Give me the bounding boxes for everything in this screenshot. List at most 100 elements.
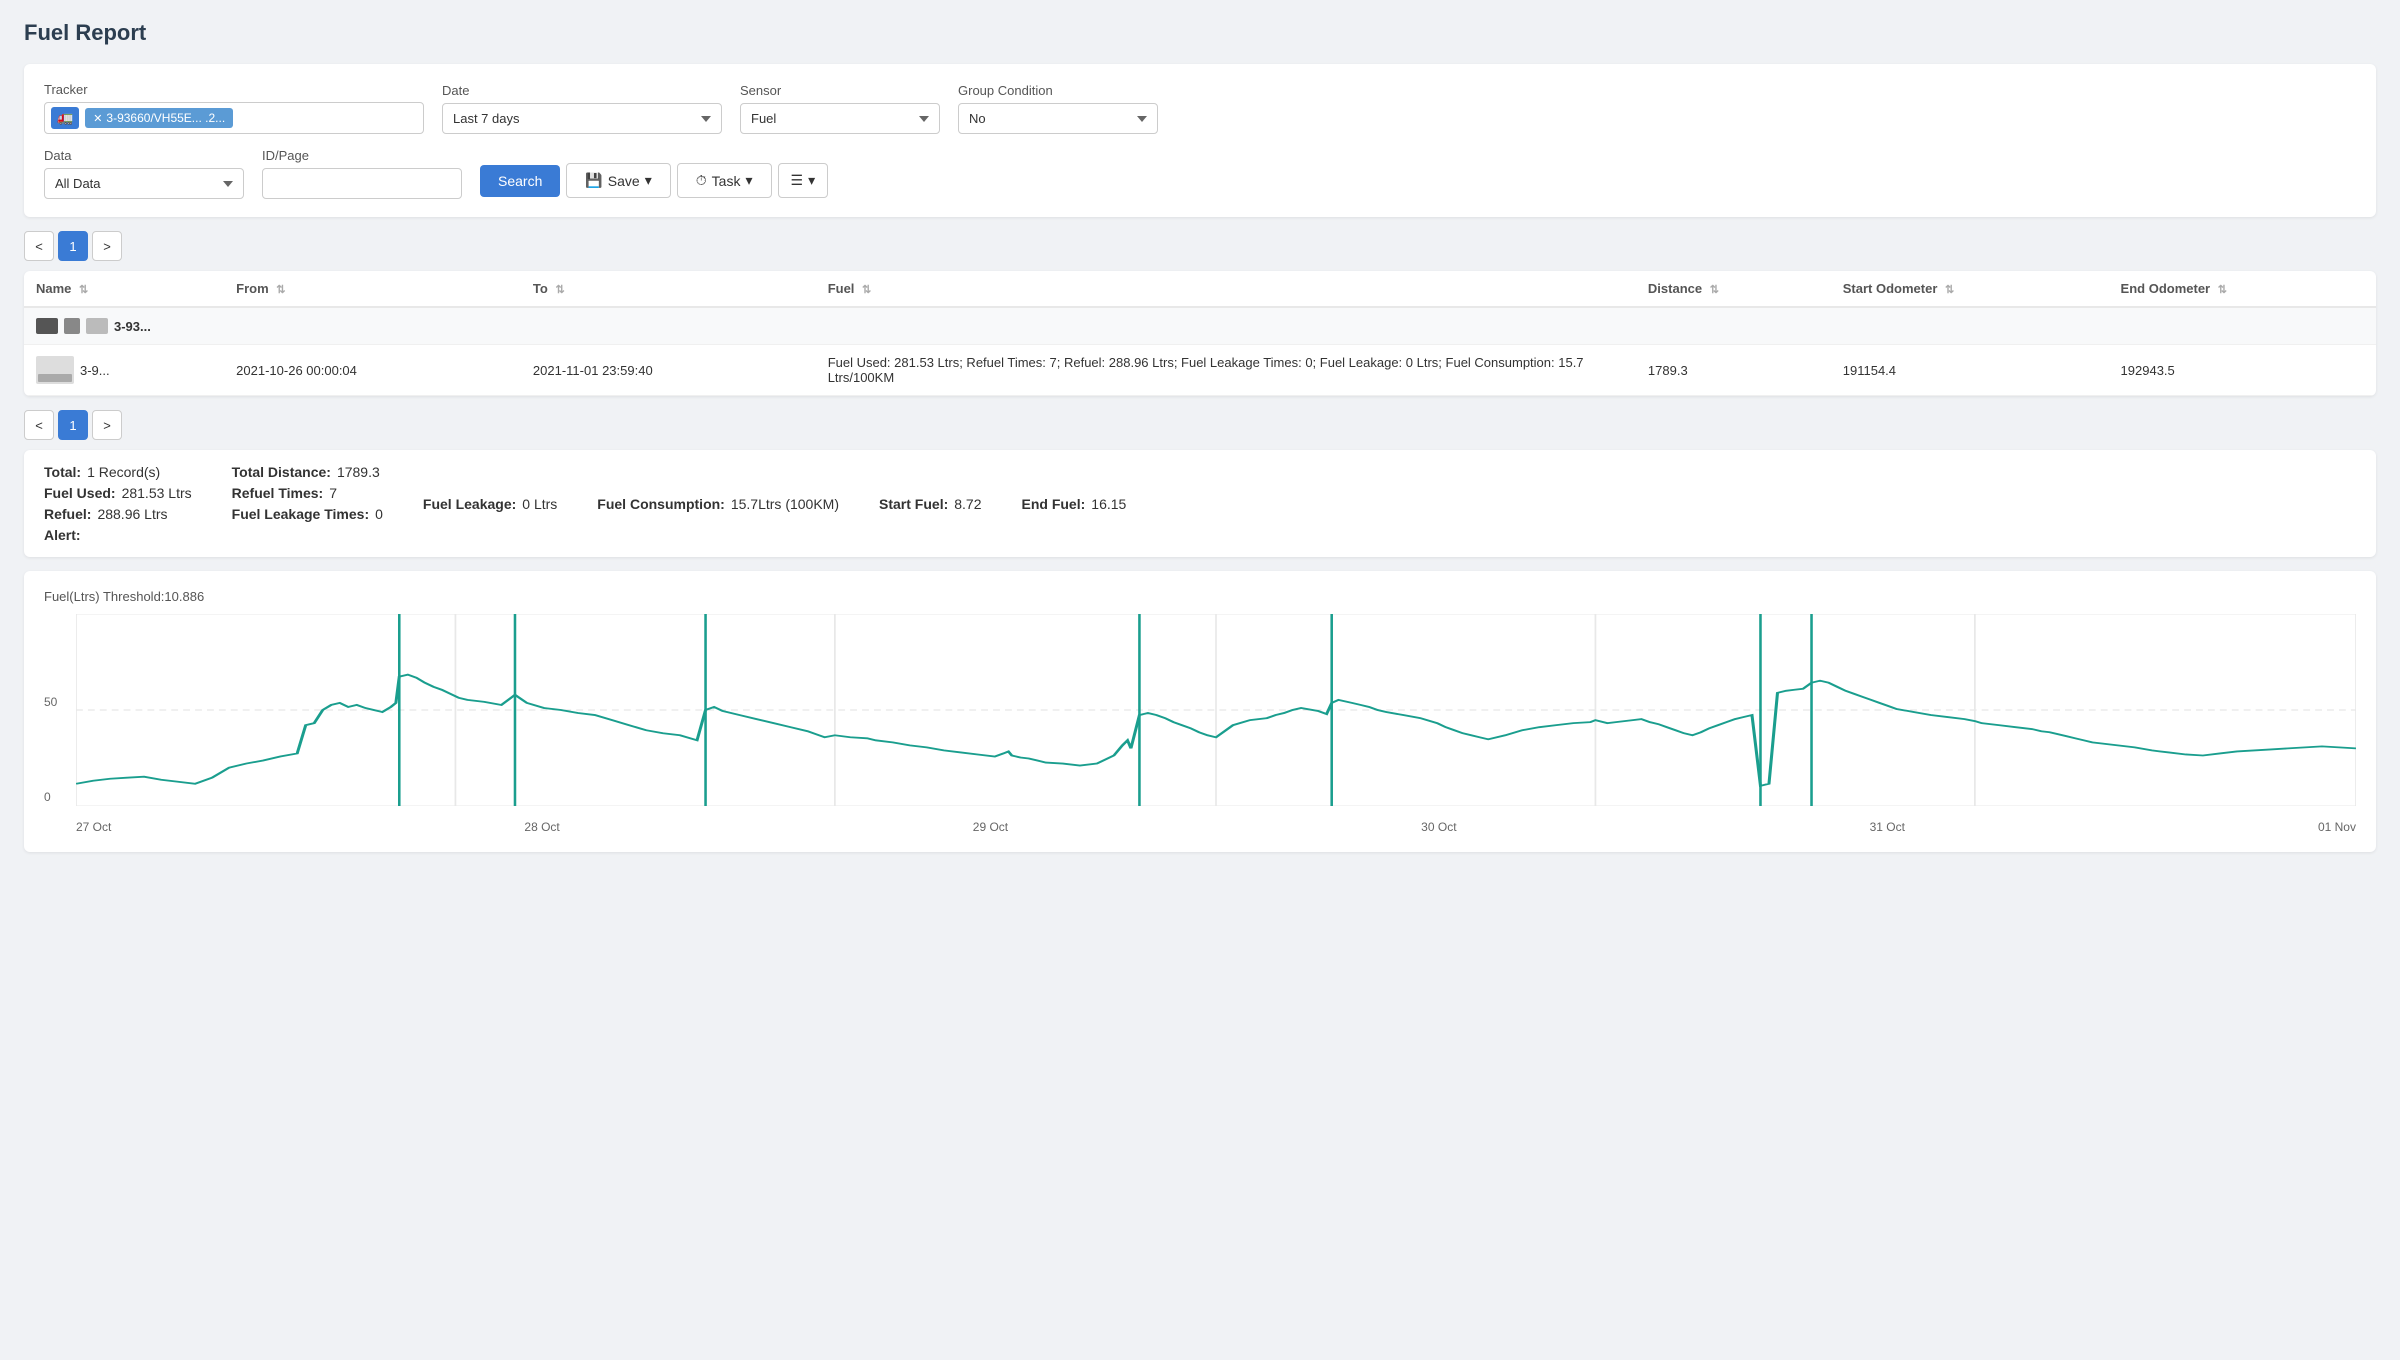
x-label-31oct: 31 Oct xyxy=(1870,820,1905,834)
date-select[interactable]: Last 7 days xyxy=(442,103,722,134)
data-select[interactable]: All Data xyxy=(44,168,244,199)
sensor-select[interactable]: Fuel xyxy=(740,103,940,134)
prev-page-btn-top[interactable]: < xyxy=(24,231,54,261)
columns-icon: ☰ xyxy=(791,172,804,189)
col-name: Name ⇅ xyxy=(24,271,224,307)
fuel-consumption-label: Fuel Consumption: xyxy=(597,496,725,512)
task-icon: ⏱ xyxy=(696,172,707,189)
prev-page-btn-bottom[interactable]: < xyxy=(24,410,54,440)
col-end-odometer: End Odometer ⇅ xyxy=(2109,271,2376,307)
row-from: 2021-10-26 00:00:04 xyxy=(224,345,521,396)
columns-button[interactable]: ☰ ▾ xyxy=(778,163,829,198)
summary-section: Total: 1 Record(s) Fuel Used: 281.53 Ltr… xyxy=(24,450,2376,557)
sort-name-icon: ⇅ xyxy=(79,283,88,296)
name-icon-dark xyxy=(36,318,58,334)
fuel-chart-svg xyxy=(76,614,2356,806)
chart-wrap: 50 0 xyxy=(44,614,2356,834)
row-fuel: Fuel Used: 281.53 Ltrs; Refuel Times: 7;… xyxy=(816,345,1636,396)
sort-end-odo-icon: ⇅ xyxy=(2218,283,2227,296)
sort-to-icon: ⇅ xyxy=(555,283,564,296)
fuel-consumption-value: 15.7Ltrs (100KM) xyxy=(731,496,839,512)
sort-from-icon: ⇅ xyxy=(276,283,285,296)
x-label-01nov: 01 Nov xyxy=(2318,820,2356,834)
idpage-input[interactable]: 100 xyxy=(262,168,462,199)
col-distance: Distance ⇅ xyxy=(1636,271,1831,307)
x-label-30oct: 30 Oct xyxy=(1421,820,1456,834)
fuel-leakage-label: Fuel Leakage: xyxy=(423,496,516,512)
group-condition-select[interactable]: No xyxy=(958,103,1158,134)
data-table: Name ⇅ From ⇅ To ⇅ Fuel ⇅ Distance ⇅ Sta… xyxy=(24,271,2376,396)
chart-x-axis: 27 Oct 28 Oct 29 Oct 30 Oct 31 Oct 01 No… xyxy=(76,820,2356,834)
alert-label: Alert: xyxy=(44,527,81,543)
save-button[interactable]: 💾 Save ▾ xyxy=(566,163,670,198)
group-condition-label: Group Condition xyxy=(958,83,1158,98)
table-row: 3-93... xyxy=(24,307,2376,345)
col-start-odometer: Start Odometer ⇅ xyxy=(1831,271,2109,307)
columns-chevron: ▾ xyxy=(808,172,815,189)
fuel-leakage-times-label: Fuel Leakage Times: xyxy=(232,506,369,522)
x-label-27oct: 27 Oct xyxy=(76,820,111,834)
col-to: To ⇅ xyxy=(521,271,816,307)
page-title: Fuel Report xyxy=(24,20,2376,46)
next-page-btn-top[interactable]: > xyxy=(92,231,122,261)
start-fuel-label: Start Fuel: xyxy=(879,496,948,512)
end-fuel-label: End Fuel: xyxy=(1022,496,1086,512)
tracker-tag-close[interactable]: ✕ xyxy=(93,112,102,125)
tracker-tag-value: 3-93660/VH55E... .2... xyxy=(106,111,225,125)
table-row: 3-9... 2021-10-26 00:00:04 2021-11-01 23… xyxy=(24,345,2376,396)
refuel-value: 288.96 Ltrs xyxy=(97,506,167,522)
data-label: Data xyxy=(44,148,244,163)
save-chevron: ▾ xyxy=(645,172,652,189)
fuel-used-value: 281.53 Ltrs xyxy=(122,485,192,501)
total-value: 1 Record(s) xyxy=(87,464,160,480)
idpage-label: ID/Page xyxy=(262,148,462,163)
total-label: Total: xyxy=(44,464,81,480)
page-num-btn-top[interactable]: 1 xyxy=(58,231,88,261)
truck-icon: 🚛 xyxy=(51,107,79,129)
y-label-bot: 0 xyxy=(44,790,72,804)
fuel-leakage-times-value: 0 xyxy=(375,506,383,522)
sort-distance-icon: ⇅ xyxy=(1710,283,1719,296)
row-end-odometer: 192943.5 xyxy=(2109,345,2376,396)
chart-y-axis: 50 0 xyxy=(44,614,72,806)
total-distance-label: Total Distance: xyxy=(232,464,331,480)
bottom-pagination: < 1 > xyxy=(24,410,2376,440)
row-name-text: 3-9... xyxy=(80,363,110,378)
total-distance-value: 1789.3 xyxy=(337,464,380,480)
date-label: Date xyxy=(442,83,722,98)
fuel-used-label: Fuel Used: xyxy=(44,485,116,501)
name-icon-light xyxy=(86,318,108,334)
search-button[interactable]: Search xyxy=(480,165,560,197)
tracker-input-wrap[interactable]: 🚛 ✕ 3-93660/VH55E... .2... xyxy=(44,102,424,134)
end-fuel-value: 16.15 xyxy=(1091,496,1126,512)
chart-section: Fuel(Ltrs) Threshold:10.886 50 0 xyxy=(24,571,2376,852)
top-pagination: < 1 > xyxy=(24,231,2376,261)
chart-title: Fuel(Ltrs) Threshold:10.886 xyxy=(44,589,2356,604)
refuel-label: Refuel: xyxy=(44,506,91,522)
vehicle-thumbnail xyxy=(36,356,74,384)
task-button[interactable]: ⏱ Task ▾ xyxy=(677,163,772,198)
refuel-times-value: 7 xyxy=(329,485,337,501)
page-num-btn-bottom[interactable]: 1 xyxy=(58,410,88,440)
task-chevron: ▾ xyxy=(745,172,752,189)
refuel-times-label: Refuel Times: xyxy=(232,485,324,501)
col-fuel: Fuel ⇅ xyxy=(816,271,1636,307)
start-fuel-value: 8.72 xyxy=(954,496,981,512)
sort-start-odo-icon: ⇅ xyxy=(1945,283,1954,296)
row-distance: 1789.3 xyxy=(1636,345,1831,396)
x-label-29oct: 29 Oct xyxy=(973,820,1008,834)
y-label-mid: 50 xyxy=(44,695,72,709)
name-icon-mid xyxy=(64,318,80,334)
tracker-tag[interactable]: ✕ 3-93660/VH55E... .2... xyxy=(85,108,233,128)
sensor-label: Sensor xyxy=(740,83,940,98)
sort-fuel-icon: ⇅ xyxy=(862,283,871,296)
row-start-odometer: 191154.4 xyxy=(1831,345,2109,396)
col-from: From ⇅ xyxy=(224,271,521,307)
next-page-btn-bottom[interactable]: > xyxy=(92,410,122,440)
save-icon: 💾 xyxy=(585,172,602,189)
tracker-label: Tracker xyxy=(44,82,424,97)
group-row-name: 3-93... xyxy=(36,318,2364,334)
row-to: 2021-11-01 23:59:40 xyxy=(521,345,816,396)
x-label-28oct: 28 Oct xyxy=(524,820,559,834)
group-row-label: 3-93... xyxy=(114,319,151,334)
